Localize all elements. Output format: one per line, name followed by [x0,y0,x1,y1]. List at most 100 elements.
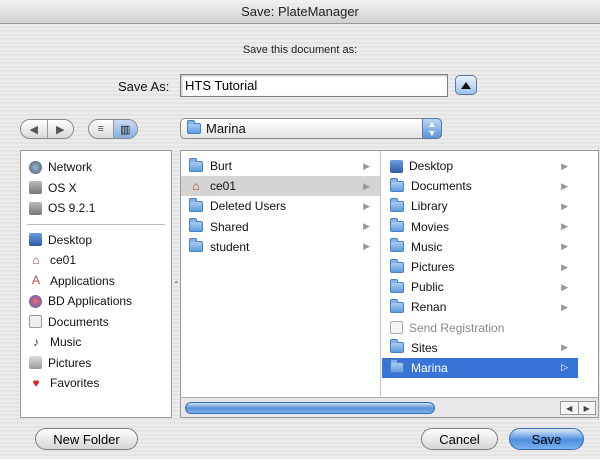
disclosure-arrow-icon: ▶ [561,261,568,272]
horizontal-scrollbar[interactable]: ◀ ▶ [181,397,598,417]
scroll-right-button[interactable]: ▶ [577,402,596,414]
save-button[interactable]: Save [509,428,584,450]
popup-arrows-icon: ▲ ▼ [422,118,442,139]
sidebar-item-documents[interactable]: Documents [21,312,171,333]
window-title: Save: PlateManager [0,0,600,24]
list-item[interactable]: student ▶ [181,237,380,257]
list-item: Send Registration [382,318,578,338]
sidebar-item-os-x[interactable]: OS X [21,178,171,199]
folder-icon [189,157,203,172]
item-label: Shared [210,219,249,234]
disclosure-arrow-icon: ▶ [561,241,568,252]
disclosure-arrow-icon: ▶ [561,180,568,191]
sidebar-item-label: BD Applications [48,294,133,309]
item-label: Library [411,199,448,214]
home-icon: ⌂ [192,178,200,193]
list-item[interactable]: Public ▶ [382,277,578,297]
location-label: Marina [206,121,246,136]
sidebar-item-network[interactable]: Network [21,157,171,178]
list-item[interactable]: Burt ▶ [181,156,380,176]
documents-icon [29,315,42,329]
forward-button[interactable]: ▶ [46,120,74,138]
folder-icon [390,177,404,192]
item-label: Marina [411,360,448,375]
sidebar: Network OS X OS 9.2.1 Desktop ⌂ ce01 A A… [20,150,172,418]
list-item[interactable]: Pictures ▶ [382,257,578,277]
back-button[interactable]: ◀ [21,120,47,138]
cancel-button[interactable]: Cancel [421,428,498,450]
list-item[interactable]: Movies ▶ [382,217,578,237]
collapse-dialog-button[interactable] [455,75,477,95]
item-label: Desktop [409,159,454,174]
folder-icon [390,298,404,313]
home-icon: ⌂ [32,252,40,267]
app-folder-icon [29,294,42,308]
list-item[interactable]: Shared ▶ [181,217,380,237]
pictures-icon [29,356,42,370]
sidebar-item-label: Network [48,160,93,175]
item-label: Send Registration [409,320,505,335]
list-item[interactable]: ⌂ ce01 ▶ [181,176,380,197]
sidebar-item-bd-applications[interactable]: BD Applications [21,291,171,312]
folder-icon [390,218,404,233]
sidebar-item-desktop[interactable]: Desktop [21,230,171,251]
folder-icon [390,258,404,273]
disclosure-arrow-icon: ▶ [561,301,568,312]
disclosure-arrow-icon: ▶ [363,200,370,211]
sidebar-item-label: OS 9.2.1 [48,201,96,216]
list-item[interactable]: Deleted Users ▶ [181,196,380,216]
column-view-button[interactable]: ▥ [112,120,137,138]
music-icon: ♪ [33,334,39,349]
save-prompt: Save this document as: [242,44,358,56]
list-item[interactable]: Sites ▶ [382,338,578,358]
folder-icon [189,238,203,253]
file-icon [390,321,403,335]
list-view-button[interactable]: ≡ [89,120,113,138]
location-popup[interactable]: Marina ▲ ▼ [180,118,442,139]
item-label: Pictures [411,260,455,275]
save-as-label: Save As: [118,79,170,94]
item-label: student [210,239,250,254]
scrollbar-thumb[interactable] [185,402,435,414]
sidebar-item-label: OS X [48,180,77,195]
save-as-field[interactable] [180,74,448,97]
folder-icon [390,278,404,293]
sidebar-item-music[interactable]: ♪ Music [21,332,171,353]
new-folder-button[interactable]: New Folder [35,428,138,450]
disclosure-arrow-icon: ▶ [363,160,370,171]
disclosure-arrow-icon: ▶ [561,200,568,211]
item-label: Sites [411,340,438,355]
sidebar-item-label: Pictures [48,355,92,370]
sidebar-divider [27,223,165,225]
item-label: Music [411,239,443,254]
sidebar-item-pictures[interactable]: Pictures [21,353,171,374]
list-item[interactable]: Documents ▶ [382,176,578,196]
sidebar-item-label: Favorites [50,376,100,391]
sidebar-item-ce01[interactable]: ⌂ ce01 [21,250,171,271]
list-item[interactable]: Library ▶ [382,196,578,216]
disclosure-arrow-icon: ▶ [561,160,568,171]
sidebar-item-applications[interactable]: A Applications [21,271,171,292]
desktop-icon [29,233,42,247]
item-label: Renan [411,300,447,315]
desktop-icon [390,159,403,173]
folder-icon [189,218,203,233]
sidebar-item-favorites[interactable]: ♥ Favorites [21,373,171,394]
list-item[interactable]: Desktop ▶ [382,156,578,176]
disclosure-arrow-icon: ▶ [561,342,568,353]
list-item[interactable]: Marina ▷ [382,357,578,379]
list-item[interactable]: Renan ▶ [382,297,578,317]
applications-icon: A [31,273,40,288]
disk-icon [29,201,42,215]
folder-icon [390,197,404,212]
sidebar-item-label: Documents [48,314,109,329]
sidebar-item-os-9[interactable]: OS 9.2.1 [21,198,171,219]
item-label: Documents [411,179,472,194]
split-resize-handle[interactable]: ⌃ [173,280,180,289]
scroll-left-button[interactable]: ◀ [561,402,578,414]
item-label: Movies [411,219,450,234]
list-item[interactable]: Music ▶ [382,237,578,257]
disk-icon [29,181,42,195]
disclosure-arrow-icon: ▶ [561,281,568,292]
item-label: Deleted Users [210,199,287,214]
